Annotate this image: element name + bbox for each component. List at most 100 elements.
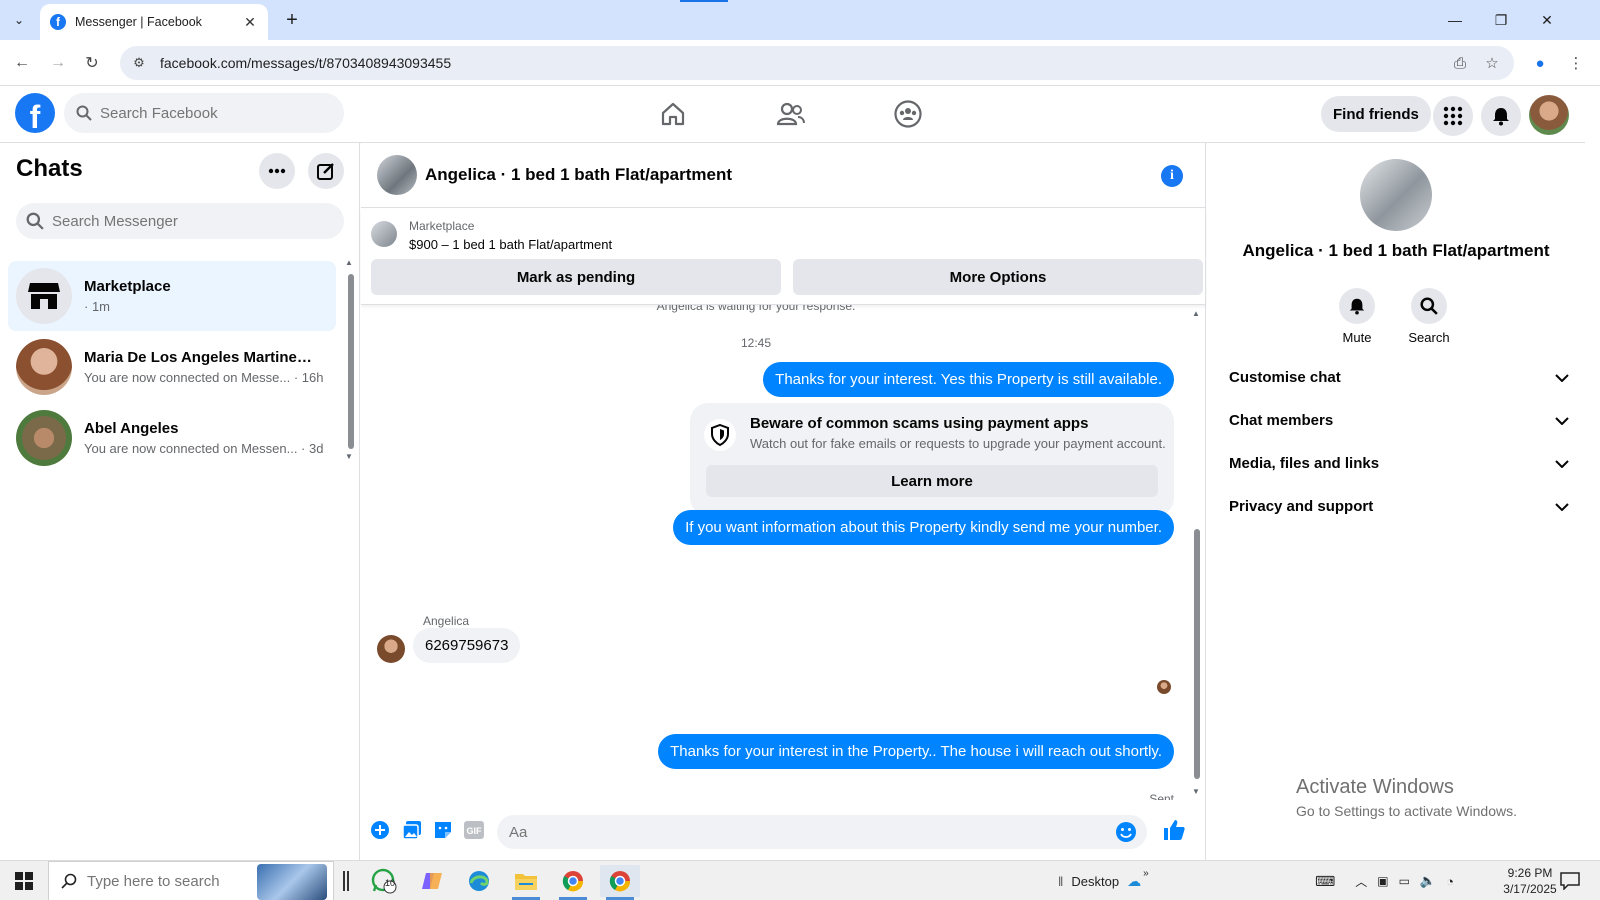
- scroll-up-icon[interactable]: ▲: [345, 258, 353, 267]
- toolbar-overflow-icon[interactable]: »: [1143, 868, 1149, 879]
- taskbar-search[interactable]: [48, 861, 334, 900]
- minimize-button[interactable]: —: [1432, 0, 1478, 40]
- chat-options-button[interactable]: [259, 153, 295, 189]
- profile-icon[interactable]: ●: [1526, 46, 1554, 80]
- scroll-thumb[interactable]: [348, 274, 354, 449]
- search-conversation-button[interactable]: Search: [1399, 288, 1459, 345]
- chevron-up-icon[interactable]: ︿: [1355, 873, 1367, 890]
- listing-avatar[interactable]: [1360, 159, 1432, 231]
- read-receipt-avatar: [1157, 680, 1171, 694]
- bookmark-star-icon[interactable]: ☆: [1478, 46, 1506, 80]
- section-privacy-support[interactable]: Privacy and support: [1223, 488, 1569, 524]
- network-adapter-icon[interactable]: ▣: [1377, 874, 1388, 888]
- plus-actions-icon[interactable]: [369, 819, 391, 841]
- chat-item-abel[interactable]: Abel Angeles You are now connected on Me…: [8, 403, 336, 473]
- watermark-subtitle: Go to Settings to activate Windows.: [1296, 803, 1517, 819]
- url-text[interactable]: facebook.com/messages/t/8703408943093455: [160, 55, 451, 71]
- incoming-message[interactable]: 6269759673: [413, 628, 521, 663]
- volume-icon[interactable]: 🔈: [1420, 873, 1436, 889]
- reload-button[interactable]: ↻: [80, 51, 104, 75]
- desktop-toolbar[interactable]: ‖ Desktop ☁ »: [1058, 861, 1149, 900]
- groups-icon[interactable]: [888, 96, 928, 132]
- section-chat-members[interactable]: Chat members: [1223, 402, 1569, 438]
- mark-as-pending-button[interactable]: Mark as pending: [371, 259, 781, 295]
- outgoing-message[interactable]: Thanks for your interest in the Property…: [658, 734, 1174, 769]
- start-button[interactable]: [0, 861, 48, 900]
- scroll-thumb[interactable]: [1194, 529, 1200, 779]
- browser-menu-icon[interactable]: ⋮: [1562, 46, 1590, 80]
- messages-scrollbar[interactable]: ▲ ▼: [1191, 309, 1203, 799]
- chrome-icon[interactable]: [553, 865, 593, 900]
- messenger-search[interactable]: [16, 203, 344, 239]
- chrome-profile-icon[interactable]: [600, 865, 640, 900]
- onedrive-cloud-icon[interactable]: ☁: [1127, 873, 1141, 890]
- outgoing-message[interactable]: Thanks for your interest. Yes this Prope…: [763, 362, 1174, 397]
- conversation-avatar[interactable]: [377, 155, 417, 195]
- outgoing-message[interactable]: If you want information about this Prope…: [673, 510, 1174, 545]
- back-button[interactable]: ←: [10, 51, 34, 75]
- section-customise-chat[interactable]: Customise chat: [1223, 359, 1569, 395]
- omnibox[interactable]: ⚙ facebook.com/messages/t/87034089430934…: [120, 46, 1514, 80]
- file-explorer-icon[interactable]: [506, 865, 546, 900]
- info-icon[interactable]: i: [1161, 165, 1183, 187]
- taskbar-search-input[interactable]: [87, 872, 247, 890]
- find-friends-button[interactable]: Find friends: [1321, 96, 1431, 132]
- sticker-icon[interactable]: [432, 819, 454, 841]
- scroll-down-icon[interactable]: ▼: [345, 452, 353, 461]
- browser-tab[interactable]: f Messenger | Facebook ✕: [40, 4, 268, 40]
- more-options-button[interactable]: More Options: [793, 259, 1203, 295]
- facebook-search-input[interactable]: [100, 104, 320, 122]
- chevron-down-icon: [1555, 455, 1569, 472]
- whatsapp-icon[interactable]: 10: [364, 865, 404, 897]
- facebook-logo-icon[interactable]: f: [15, 93, 55, 133]
- sent-status: Sent: [1149, 792, 1174, 800]
- sender-avatar[interactable]: [377, 635, 405, 663]
- tab-close-icon[interactable]: ✕: [242, 14, 258, 31]
- notifications-bell-icon[interactable]: [1481, 96, 1521, 136]
- chat-item-marketplace[interactable]: Marketplace · 1m: [8, 261, 336, 331]
- gif-icon[interactable]: GIF: [463, 819, 485, 841]
- photo-icon[interactable]: [401, 819, 423, 841]
- close-window-button[interactable]: ✕: [1524, 0, 1570, 40]
- search-icon: [1411, 288, 1447, 324]
- listing-price[interactable]: $900 – 1 bed 1 bath Flat/apartment: [409, 237, 612, 252]
- wifi-icon[interactable]: ◔: [1446, 874, 1454, 889]
- forward-button[interactable]: →: [46, 51, 70, 75]
- chats-scrollbar[interactable]: ▲ ▼: [345, 258, 355, 463]
- scroll-down-icon[interactable]: ▼: [1192, 787, 1200, 796]
- messenger-search-input[interactable]: [52, 212, 312, 230]
- listing-thumbnail[interactable]: [371, 221, 397, 247]
- new-message-button[interactable]: [308, 153, 344, 189]
- account-avatar[interactable]: [1529, 95, 1569, 135]
- notification-center-icon[interactable]: [1550, 865, 1590, 897]
- message-input[interactable]: [509, 823, 1089, 841]
- chat-item-maria[interactable]: Maria De Los Angeles Martinez ... You ar…: [8, 332, 336, 402]
- mute-button[interactable]: Mute: [1327, 288, 1387, 345]
- search-highlight-image[interactable]: [257, 864, 327, 900]
- menu-grid-icon[interactable]: [1433, 96, 1473, 136]
- facebook-search[interactable]: [64, 93, 344, 133]
- scroll-up-icon[interactable]: ▲: [1192, 309, 1200, 318]
- emoji-icon[interactable]: [1115, 821, 1137, 843]
- page-scrollbar[interactable]: [1585, 86, 1600, 860]
- new-tab-button[interactable]: +: [280, 8, 304, 32]
- section-media-files-links[interactable]: Media, files and links: [1223, 445, 1569, 481]
- more-dots-icon: [268, 168, 286, 174]
- browser-tab-bar: ⌄ f Messenger | Facebook ✕ + — ❐ ✕: [0, 0, 1600, 40]
- thumbs-up-icon[interactable]: [1161, 817, 1187, 843]
- site-info-icon[interactable]: ⚙: [130, 54, 148, 72]
- tab-search-button[interactable]: ⌄: [6, 8, 32, 32]
- restore-button[interactable]: ❐: [1478, 0, 1524, 40]
- battery-icon[interactable]: ▭: [1399, 874, 1410, 888]
- install-app-icon[interactable]: ⎙: [1446, 46, 1474, 80]
- friends-icon[interactable]: [771, 96, 811, 132]
- conversation-title[interactable]: Angelica · 1 bed 1 bath Flat/apartment: [425, 165, 732, 185]
- message-input-box[interactable]: [497, 815, 1147, 849]
- copilot-icon[interactable]: [412, 865, 452, 897]
- task-view-icon[interactable]: [340, 865, 352, 897]
- edge-browser-icon[interactable]: [459, 865, 499, 897]
- keyboard-icon[interactable]: ⌨: [1315, 873, 1335, 890]
- learn-more-button[interactable]: Learn more: [706, 465, 1158, 497]
- home-icon[interactable]: [653, 96, 693, 132]
- svg-text:GIF: GIF: [467, 826, 483, 836]
